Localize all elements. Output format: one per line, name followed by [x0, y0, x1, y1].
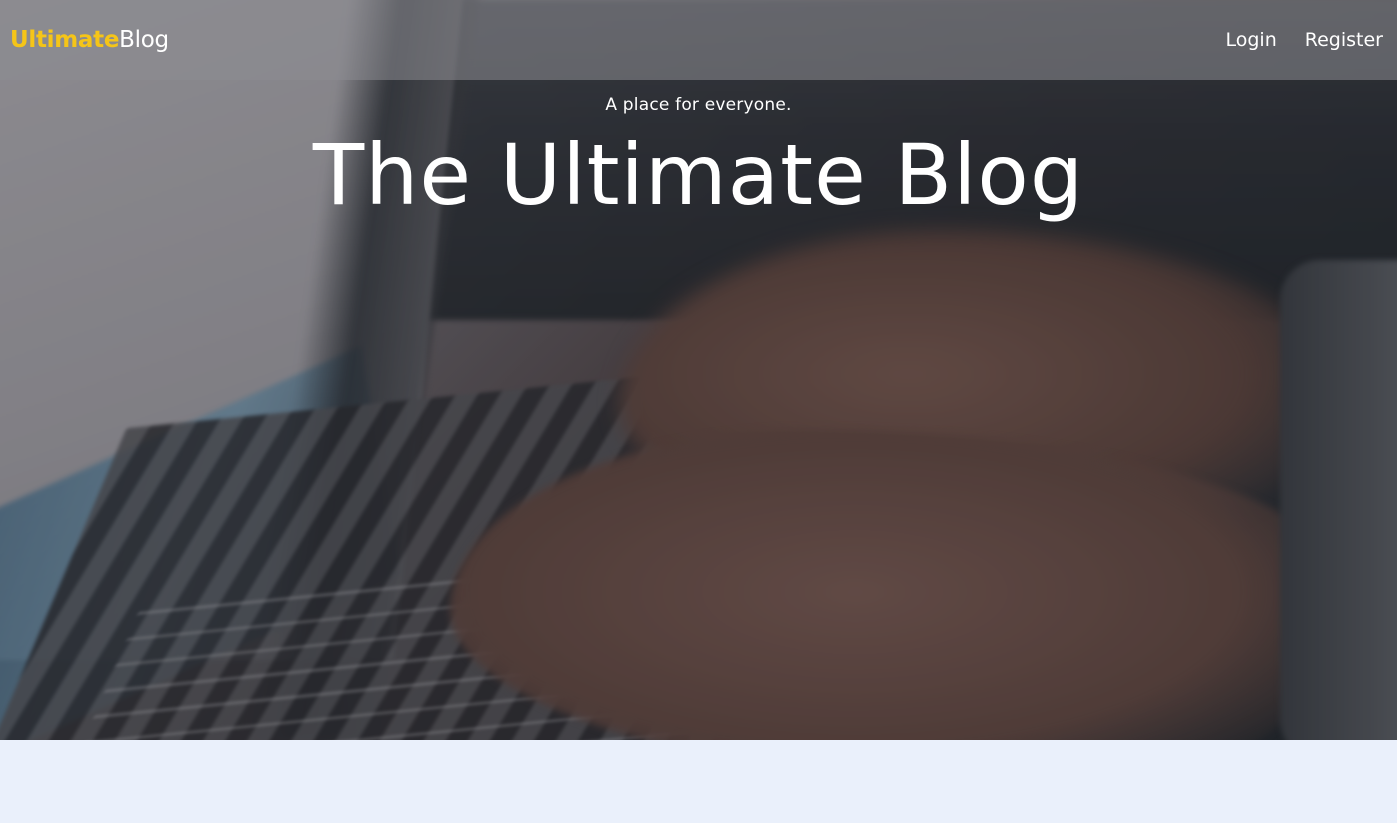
hero-heading-block: A place for everyone. The Ultimate Blog [0, 95, 1397, 217]
nav-links: Login Register [1226, 29, 1384, 51]
hero-section: UltimateBlog Login Register A place for … [0, 0, 1397, 740]
brand-logo-link[interactable]: UltimateBlog [10, 27, 169, 53]
hero-title: The Ultimate Blog [312, 126, 1085, 224]
hero-tagline: A place for everyone. [605, 95, 792, 115]
register-link[interactable]: Register [1305, 29, 1383, 51]
brand-name-rest: Blog [119, 27, 169, 53]
content-area [0, 740, 1397, 823]
navbar: UltimateBlog Login Register [0, 0, 1397, 80]
login-link[interactable]: Login [1226, 29, 1277, 51]
brand-name-accent: Ultimate [10, 27, 120, 53]
